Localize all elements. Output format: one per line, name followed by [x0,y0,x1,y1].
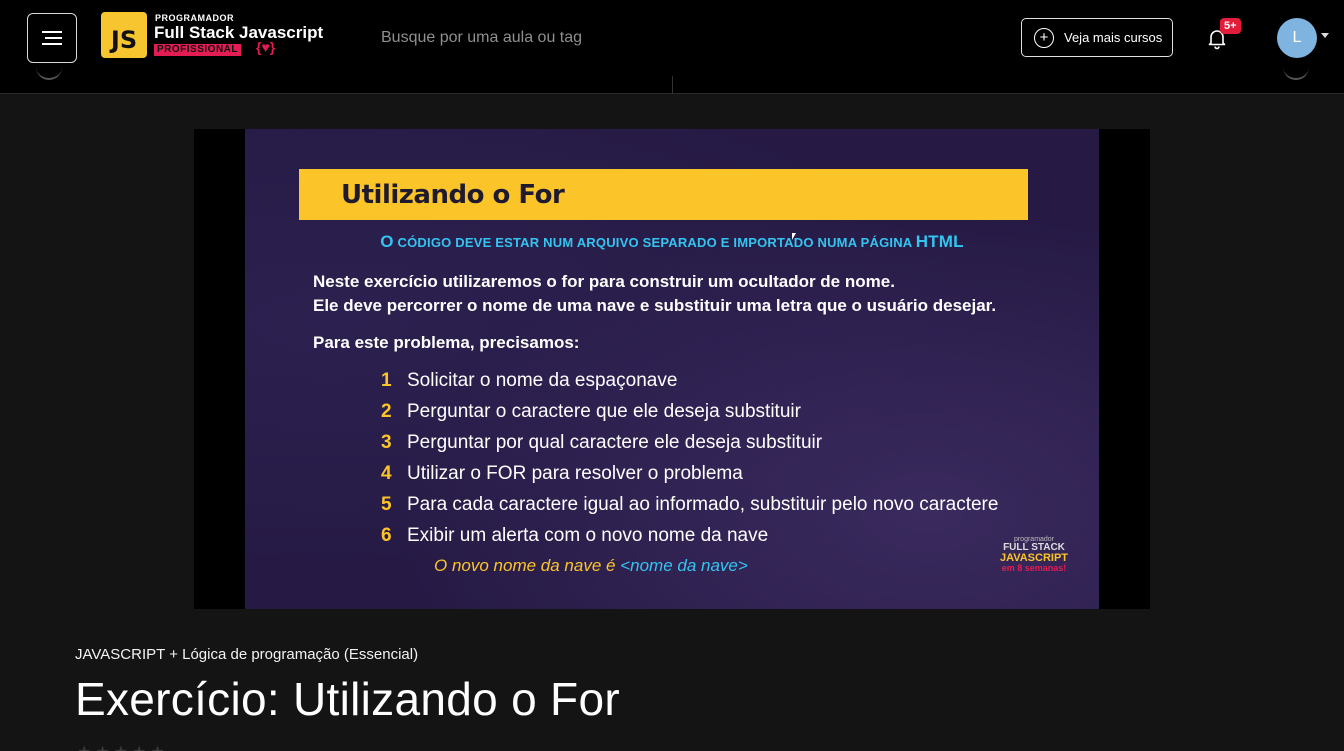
star-icon[interactable]: ★ [132,742,146,751]
prev-lesson-icon[interactable] [36,66,62,80]
slide-paragraph-1: Neste exercício utilizaremos o for para … [313,272,895,291]
step-text: Perguntar por qual caractere ele deseja … [407,432,823,453]
course-watermark-logo: programador FULL STACK JAVASCRIPT em 8 s… [989,536,1079,573]
user-avatar[interactable]: L [1277,18,1317,58]
slide-footer: O novo nome da nave é <nome da nave> [434,556,748,576]
search-input[interactable] [370,20,790,56]
next-lesson-icon[interactable] [1283,66,1309,80]
slide-paragraph-2: Ele deve percorrer o nome de uma nave e … [313,296,997,315]
menu-button[interactable] [27,13,77,63]
logo-brace: {♥} [256,39,276,55]
logo-main-text: Full Stack Javascript [154,23,324,42]
slide-subtitle-body: CÓDIGO DEVE ESTAR NUM ARQUIVO SEPARADO E… [397,235,912,250]
slide-title-bar: Utilizando o For [299,169,1028,220]
plus-circle-icon: + [1034,27,1054,48]
notification-badge: 5+ [1220,18,1241,34]
video-slide: Utilizando o For O CÓDIGO DEVE ESTAR NUM… [245,129,1099,609]
mouse-cursor-icon [792,233,796,240]
slide-footer-placeholder: <nome da nave> [620,556,748,575]
rating-stars[interactable]: ★ ★ ★ ★ ★ [77,742,165,751]
more-courses-button[interactable]: + Veja mais cursos [1021,18,1173,57]
step-text: Solicitar o nome da espaçonave [407,370,678,391]
step-text: Exibir um alerta com o novo nome da nave [407,525,769,546]
logo-top-text: PROGRAMADOR [155,13,234,23]
step-text: Para cada caractere igual ao informado, … [407,494,999,515]
step-number: 6 [381,525,392,546]
star-icon[interactable]: ★ [95,742,109,751]
divider [672,76,673,94]
step-text: Perguntar o caractere que ele deseja sub… [407,401,801,422]
star-icon[interactable]: ★ [114,742,128,751]
course-name[interactable]: JAVASCRIPT + Lógica de programação (Esse… [75,646,418,663]
watermark-line-4: em 8 semanas! [1001,563,1067,573]
chevron-down-icon[interactable] [1321,33,1329,38]
page-title: Exercício: Utilizando o For [75,673,620,725]
step-number: 4 [381,463,392,484]
step-number: 5 [381,494,392,515]
star-icon[interactable]: ★ [77,742,91,751]
slide-subtitle: O CÓDIGO DEVE ESTAR NUM ARQUIVO SEPARADO… [245,232,1099,252]
more-courses-label: Veja mais cursos [1064,30,1163,45]
slide-paragraph-3: Para este problema, precisamos: [313,333,580,352]
slide-subtitle-prefix: O [380,232,394,251]
star-icon[interactable]: ★ [150,742,164,751]
slide-footer-text: O novo nome da nave é [434,556,616,575]
top-navbar: JS PROGRAMADOR Full Stack Javascript PRO… [0,0,1344,76]
step-number: 2 [381,401,392,422]
logo-tag: PROFISSIONAL [154,44,242,56]
site-logo[interactable]: JS PROGRAMADOR Full Stack Javascript PRO… [101,12,336,60]
logo-js-badge: JS [101,12,147,58]
lesson-nav-bar [0,76,1344,94]
step-number: 1 [381,370,392,391]
video-player[interactable]: Utilizando o For O CÓDIGO DEVE ESTAR NUM… [194,129,1150,609]
step-number: 3 [381,432,392,453]
slide-title: Utilizando o For [341,180,565,210]
slide-subtitle-suffix: HTML [915,232,964,251]
hamburger-icon [42,31,62,45]
step-text: Utilizar o FOR para resolver o problema [407,463,743,484]
